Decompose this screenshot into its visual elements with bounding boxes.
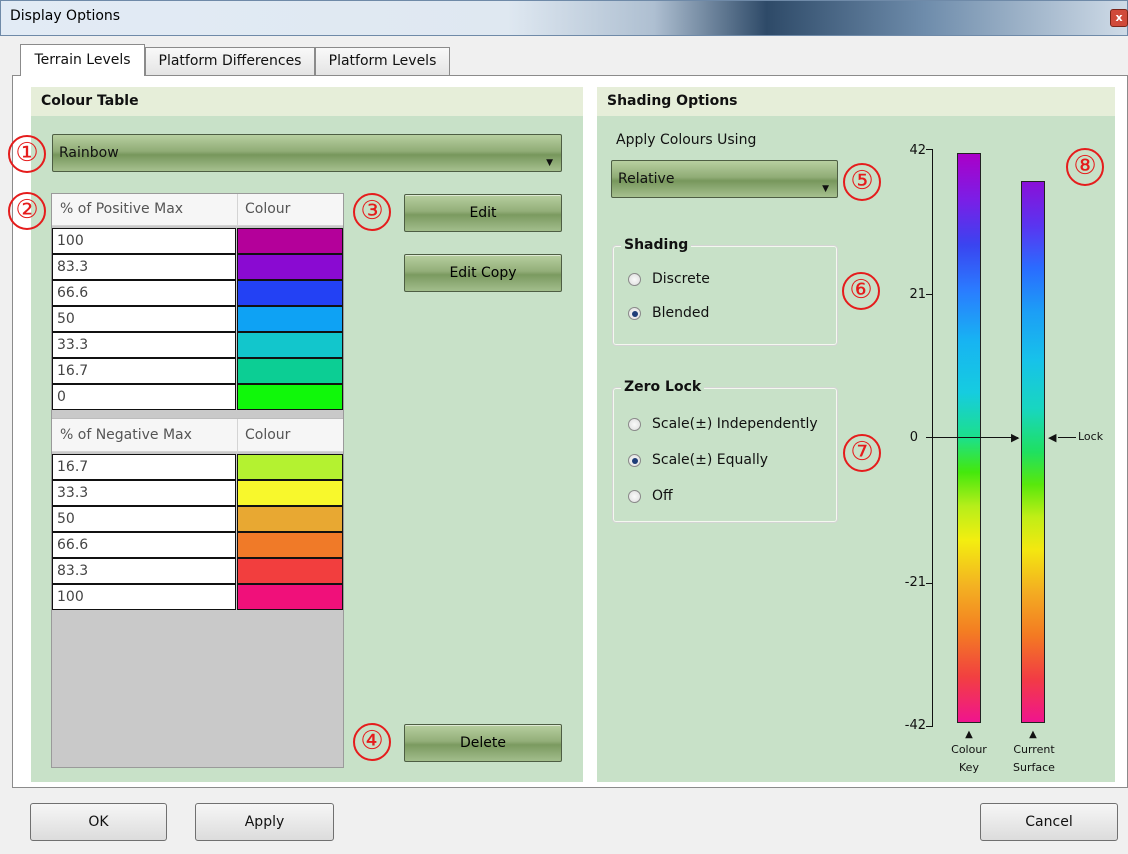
positive-colour-header: Colour <box>245 201 291 217</box>
colour-key-label-1: Colour <box>951 743 987 756</box>
negative-row-swatch[interactable] <box>237 532 343 558</box>
scale-tick <box>926 726 933 727</box>
lock-line <box>1058 437 1076 438</box>
arrow-left-icon: ◀ <box>1048 431 1057 444</box>
blended-label: Blended <box>652 305 710 321</box>
annotation-marker-8: ⑧ <box>1066 148 1104 186</box>
positive-row-value[interactable]: 83.3 <box>52 254 236 280</box>
scale-tick-label: 0 <box>909 430 918 445</box>
title-bar <box>0 0 1128 36</box>
positive-row-swatch[interactable] <box>237 280 343 306</box>
lock-label: Lock <box>1078 430 1104 443</box>
tab-platform-differences[interactable]: Platform Differences <box>145 47 315 75</box>
delete-button[interactable]: Delete <box>404 724 562 762</box>
shading-options-heading: Shading Options <box>597 87 1115 116</box>
apply-button[interactable]: Apply <box>195 803 334 841</box>
discrete-label: Discrete <box>652 271 710 287</box>
blended-radio[interactable] <box>628 307 641 320</box>
off-radio[interactable] <box>628 490 641 503</box>
colour-scheme-value: Rainbow <box>59 145 119 161</box>
colour-scheme-dropdown[interactable]: Rainbow ▼ <box>52 134 562 172</box>
colour-key-label-2: Key <box>959 761 979 774</box>
triangle-up-icon: ▲ <box>1029 729 1037 740</box>
shading-group <box>612 245 838 346</box>
scale-independently-radio[interactable] <box>628 418 641 431</box>
positive-grid-header: % of Positive Max Colour <box>52 194 343 226</box>
positive-row-swatch[interactable] <box>237 332 343 358</box>
scale-tick-label: 42 <box>909 143 926 158</box>
positive-row-value[interactable]: 66.6 <box>52 280 236 306</box>
cancel-button[interactable]: Cancel <box>980 803 1118 841</box>
annotation-marker-7: ⑦ <box>843 434 881 472</box>
scale-tick <box>926 294 933 295</box>
scale-equally-label: Scale(±) Equally <box>652 452 769 468</box>
zero-lock-group-title: Zero Lock <box>621 379 705 395</box>
colour-table-heading: Colour Table <box>31 87 583 116</box>
negative-row-value[interactable]: 33.3 <box>52 480 236 506</box>
window-title: Display Options <box>10 8 121 24</box>
annotation-marker-3: ③ <box>353 193 391 231</box>
scale-tick <box>926 149 933 150</box>
positive-row-value[interactable]: 33.3 <box>52 332 236 358</box>
negative-row-swatch[interactable] <box>237 454 343 480</box>
colour-key-bar <box>957 153 981 723</box>
positive-row-value[interactable]: 16.7 <box>52 358 236 384</box>
positive-max-header: % of Positive Max <box>60 201 184 217</box>
negative-colour-header: Colour <box>245 427 291 443</box>
apply-colours-label: Apply Colours Using <box>616 132 757 148</box>
annotation-marker-1: ① <box>8 135 46 173</box>
scale-tick-label: -42 <box>904 718 926 733</box>
apply-colours-dropdown[interactable]: Relative ▼ <box>611 160 838 198</box>
positive-row-swatch[interactable] <box>237 306 343 332</box>
annotation-marker-4: ④ <box>353 723 391 761</box>
negative-row-value[interactable]: 83.3 <box>52 558 236 584</box>
negative-grid-header: % of Negative Max Colour <box>52 418 343 453</box>
scale-tick-label: -21 <box>904 575 926 590</box>
tab-terrain-levels[interactable]: Terrain Levels <box>20 44 145 76</box>
positive-row-value[interactable]: 50 <box>52 306 236 332</box>
annotation-marker-2: ② <box>8 192 46 230</box>
arrow-right-icon: ▶ <box>1011 431 1020 444</box>
negative-row-value[interactable]: 50 <box>52 506 236 532</box>
header-divider <box>237 419 238 453</box>
scale-axis <box>932 149 933 727</box>
annotation-marker-6: ⑥ <box>842 272 880 310</box>
positive-row-value[interactable]: 100 <box>52 228 236 254</box>
header-divider <box>237 194 238 226</box>
chevron-down-icon: ▼ <box>546 158 553 168</box>
scale-tick <box>926 583 933 584</box>
positive-row-swatch[interactable] <box>237 228 343 254</box>
current-surface-label-2: Surface <box>1013 761 1055 774</box>
positive-row-swatch[interactable] <box>237 358 343 384</box>
annotation-marker-5: ⑤ <box>843 163 881 201</box>
scale-equally-radio[interactable] <box>628 454 641 467</box>
ok-button[interactable]: OK <box>30 803 167 841</box>
negative-row-swatch[interactable] <box>237 480 343 506</box>
negative-row-swatch[interactable] <box>237 584 343 610</box>
positive-row-value[interactable]: 0 <box>52 384 236 410</box>
zero-line <box>926 437 1018 438</box>
shading-group-title: Shading <box>621 237 692 253</box>
edit-button[interactable]: Edit <box>404 194 562 232</box>
scale-tick-label: 21 <box>909 287 926 302</box>
off-label: Off <box>652 488 673 504</box>
scale-independently-label: Scale(±) Independently <box>652 416 818 432</box>
discrete-radio[interactable] <box>628 273 641 286</box>
tab-platform-levels[interactable]: Platform Levels <box>315 47 450 75</box>
triangle-up-icon: ▲ <box>965 729 973 740</box>
negative-row-value[interactable]: 66.6 <box>52 532 236 558</box>
negative-row-swatch[interactable] <box>237 506 343 532</box>
negative-row-value[interactable]: 16.7 <box>52 454 236 480</box>
close-button[interactable]: x <box>1110 9 1128 27</box>
current-surface-label-1: Current <box>1013 743 1055 756</box>
positive-row-swatch[interactable] <box>237 384 343 410</box>
edit-copy-button[interactable]: Edit Copy <box>404 254 562 292</box>
positive-row-swatch[interactable] <box>237 254 343 280</box>
chevron-down-icon: ▼ <box>822 184 829 194</box>
apply-colours-value: Relative <box>618 171 675 187</box>
negative-row-swatch[interactable] <box>237 558 343 584</box>
negative-row-value[interactable]: 100 <box>52 584 236 610</box>
negative-max-header: % of Negative Max <box>60 427 192 443</box>
current-surface-bar <box>1021 181 1045 723</box>
